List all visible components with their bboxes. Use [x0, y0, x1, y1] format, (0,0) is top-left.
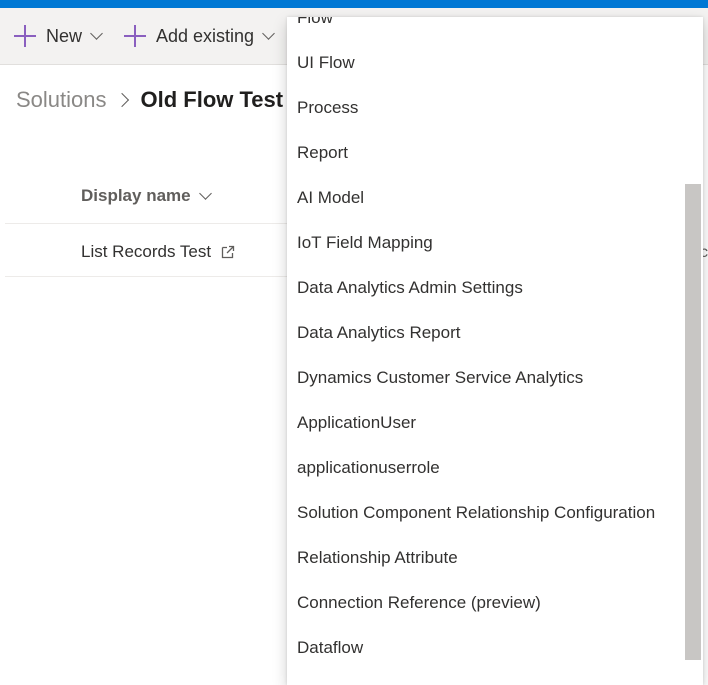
dropdown-scrollbar-thumb[interactable] — [685, 184, 701, 660]
page-title: Old Flow Test — [140, 87, 284, 112]
menu-item-flow[interactable]: Flow — [287, 17, 683, 40]
menu-item-ai-model[interactable]: AI Model — [287, 175, 683, 220]
menu-item-relationship-attribute[interactable]: Relationship Attribute — [287, 535, 683, 580]
menu-item-report[interactable]: Report — [287, 130, 683, 175]
new-button[interactable]: New — [14, 8, 103, 64]
plus-icon — [14, 25, 36, 47]
breadcrumb-solutions-link[interactable]: Solutions — [16, 87, 107, 113]
plus-icon — [124, 25, 146, 47]
row-display-name: List Records Test — [81, 242, 212, 261]
open-external-icon[interactable] — [221, 245, 235, 259]
highlighted-item-wrapper: Connection Reference (preview) — [287, 573, 683, 637]
column-header-label: Display name — [81, 186, 191, 205]
new-label: New — [46, 25, 83, 46]
add-existing-button[interactable]: Add existing — [124, 8, 275, 64]
add-existing-dropdown-menu: Flow UI Flow Process Report AI Model IoT… — [287, 17, 703, 685]
header-divider — [5, 223, 295, 224]
menu-item-data-analytics-report[interactable]: Data Analytics Report — [287, 310, 683, 355]
menu-item-ui-flow[interactable]: UI Flow — [287, 40, 683, 85]
row-divider — [5, 276, 295, 277]
top-accent-bar — [0, 0, 708, 8]
menu-item-iot-field-mapping[interactable]: IoT Field Mapping — [287, 220, 683, 265]
menu-item-dynamics-customer-service-analytics[interactable]: Dynamics Customer Service Analytics — [287, 355, 683, 400]
chevron-right-icon — [114, 92, 129, 108]
menu-item-partially-visible[interactable] — [287, 670, 683, 685]
menu-item-applicationuser[interactable]: ApplicationUser — [287, 400, 683, 445]
menu-item-applicationuserrole[interactable]: applicationuserrole — [287, 445, 683, 490]
table-row[interactable]: List Records Test — [81, 238, 235, 266]
add-existing-label: Add existing — [156, 25, 255, 46]
menu-item-dataflow[interactable]: Dataflow — [287, 625, 683, 670]
menu-item-connection-reference[interactable]: Connection Reference (preview) — [287, 580, 683, 625]
menu-item-data-analytics-admin-settings[interactable]: Data Analytics Admin Settings — [287, 265, 683, 310]
menu-item-process[interactable]: Process — [287, 85, 683, 130]
chevron-down-icon — [198, 186, 212, 200]
breadcrumb: Solutions Old Flow Test — [16, 84, 283, 116]
column-header-display-name[interactable]: Display name — [81, 182, 212, 210]
chevron-down-icon — [90, 26, 103, 40]
menu-item-solution-component-relationship-configuration[interactable]: Solution Component Relationship Configur… — [287, 490, 683, 535]
chevron-down-icon — [262, 26, 275, 40]
